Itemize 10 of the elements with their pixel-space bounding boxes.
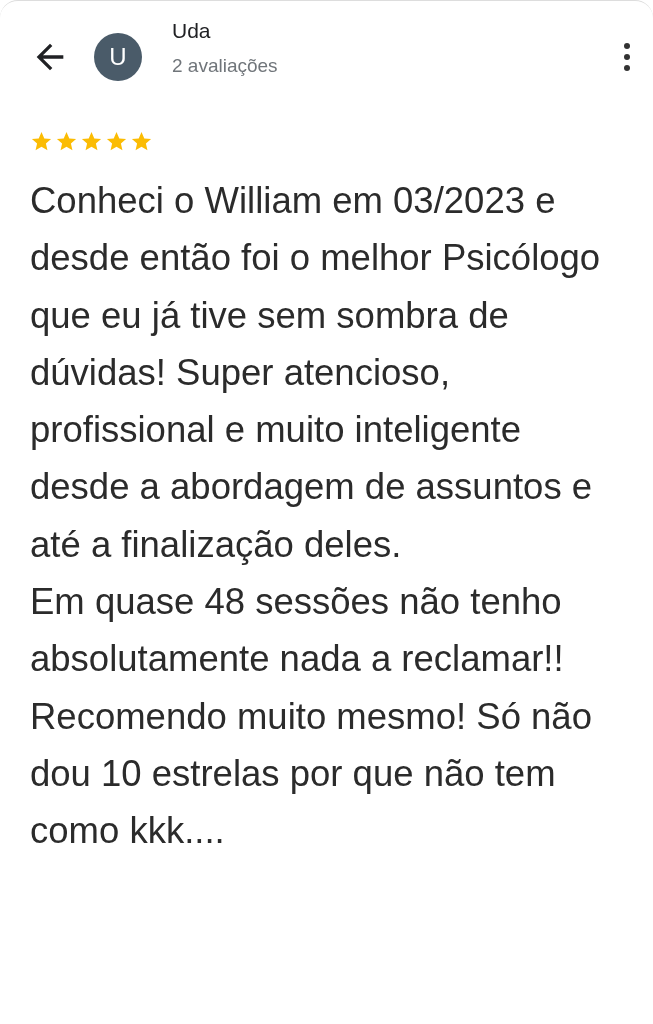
avatar: U (94, 32, 142, 81)
filled-star-icon (55, 129, 78, 153)
review-text: Conheci o William em 03/2023 e desde então foi o melhor Psicólogo que eu já tive sem sombra de dúvidas! Super atencioso, profissional e muito inteligente desde a abordagem de assuntos e até a finalização deles. Em quase 48 sessões não tenho absolutamente nada a reclamar!! Recomendo muito mesmo! Só não dou 10 estrelas por que não tem como kkk.... (30, 179, 602, 854)
filled-star-icon (80, 129, 103, 153)
more-options-icon[interactable] (623, 41, 631, 72)
filled-star-icon (130, 129, 153, 153)
filled-star-icon (30, 129, 53, 153)
reviewer-name: Uda (172, 18, 212, 43)
review-count: 2 avaliações (172, 54, 279, 77)
filled-star-icon (105, 129, 128, 153)
